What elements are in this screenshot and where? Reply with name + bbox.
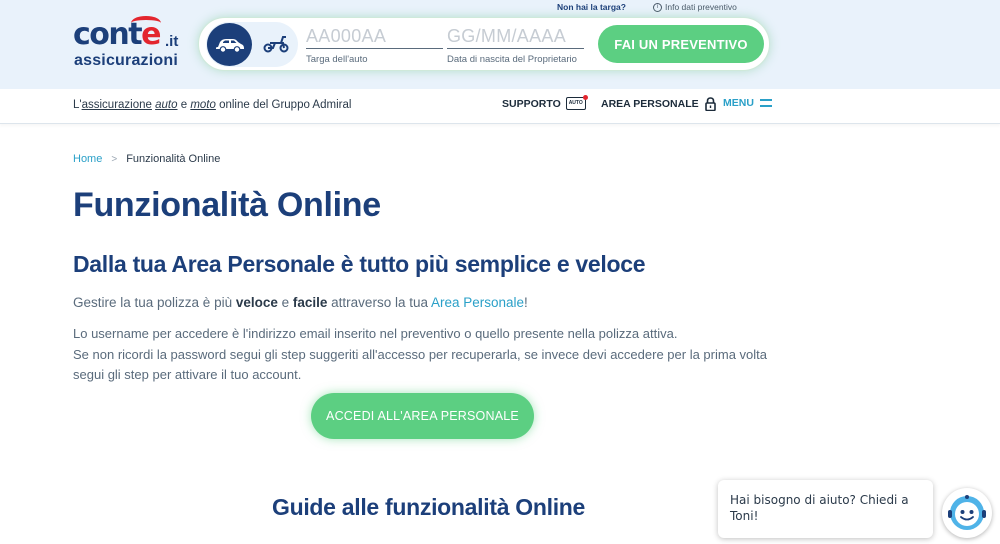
moto-toggle-button[interactable] xyxy=(261,30,291,58)
login-instructions: Lo username per accedere è l'indirizzo e… xyxy=(73,324,773,386)
breadcrumb: Home > Funzionalità Online xyxy=(73,153,220,165)
info-preventivo-link[interactable]: i Info dati preventivo xyxy=(653,2,737,12)
area-personale-link[interactable]: Area Personale xyxy=(431,295,524,310)
birthdate-underline xyxy=(447,48,584,49)
logo-subtitle: assicurazioni xyxy=(74,52,178,69)
info-preventivo-label: Info dati preventivo xyxy=(665,2,737,12)
nav-bar: L'assicurazione auto e moto online del G… xyxy=(0,89,1000,124)
nav-area-personale[interactable]: AREA PERSONALE xyxy=(601,97,716,111)
birthdate-label: Data di nascita del Proprietario xyxy=(447,54,577,65)
get-quote-button[interactable]: FAI UN PREVENTIVO xyxy=(598,25,764,63)
birthdate-field[interactable]: GG/MM/AAAA Data di nascita del Proprieta… xyxy=(447,24,584,65)
quote-form: AA000AA Targa dell'auto GG/MM/AAAA Data … xyxy=(198,17,770,71)
robot-assistant-icon xyxy=(948,495,986,530)
no-plate-link[interactable]: Non hai la targa? xyxy=(557,2,626,12)
car-toggle-button[interactable] xyxy=(207,23,252,66)
conte-logo[interactable]: conte .it assicurazioni xyxy=(73,14,193,74)
chat-bubble[interactable]: Hai bisogno di aiuto? Chiedi a Toni! xyxy=(718,480,933,538)
birthdate-input[interactable]: GG/MM/AAAA xyxy=(447,24,584,48)
logo-wordmark: conte xyxy=(73,17,161,52)
vehicle-toggle xyxy=(206,22,298,67)
top-header: conte .it assicurazioni Non hai la targa… xyxy=(0,0,1000,89)
access-area-personale-button[interactable]: ACCEDI ALL'AREA PERSONALE xyxy=(311,393,534,439)
plate-field[interactable]: AA000AA Targa dell'auto xyxy=(306,24,443,65)
page-title: Funzionalità Online xyxy=(73,186,381,224)
plate-label: Targa dell'auto xyxy=(306,54,368,65)
nav-support[interactable]: SUPPORTO AUTO xyxy=(502,95,588,110)
logo-tld: .it xyxy=(165,33,179,50)
login-instructions-line2: Se non ricordi la password segui gli ste… xyxy=(73,346,768,383)
support-label: SUPPORTO xyxy=(502,97,561,110)
intro-paragraph: Gestire la tua polizza è più veloce e fa… xyxy=(73,295,528,310)
guides-title: Guide alle funzionalità Online xyxy=(272,494,586,520)
plate-input[interactable]: AA000AA xyxy=(306,24,443,48)
plate-underline xyxy=(306,48,443,49)
menu-label: MENU xyxy=(723,97,754,109)
breadcrumb-separator: > xyxy=(111,153,118,165)
hamburger-icon xyxy=(759,99,772,107)
car-icon xyxy=(215,38,244,53)
login-instructions-line1: Lo username per accedere è l'indirizzo e… xyxy=(73,326,678,341)
auto-chat-icon: AUTO xyxy=(565,95,588,110)
nav-menu[interactable]: MENU xyxy=(723,97,772,109)
breadcrumb-home[interactable]: Home xyxy=(73,153,102,165)
tagline: L'assicurazione auto e moto online del G… xyxy=(73,99,352,111)
breadcrumb-current: Funzionalità Online xyxy=(126,153,221,165)
chat-avatar-button[interactable] xyxy=(942,488,992,538)
lock-icon xyxy=(704,97,716,111)
scooter-icon xyxy=(263,36,289,53)
info-icon: i xyxy=(653,2,662,12)
area-personale-label: AREA PERSONALE xyxy=(601,98,699,110)
section-subtitle: Dalla tua Area Personale è tutto più sem… xyxy=(73,251,646,277)
